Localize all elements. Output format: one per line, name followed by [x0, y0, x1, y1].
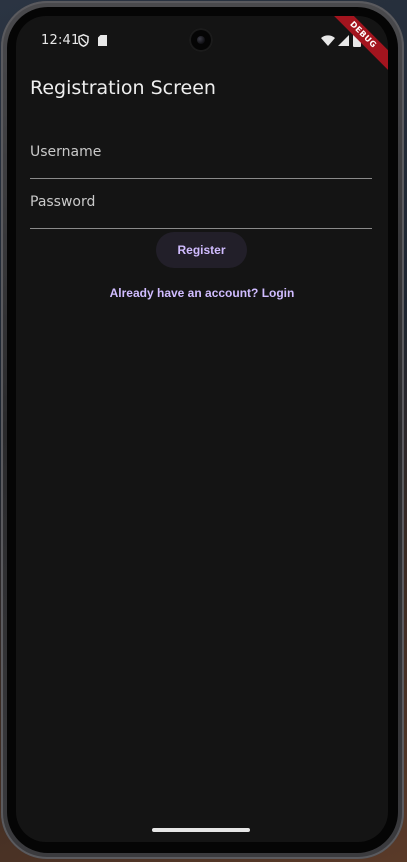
status-time: 12:41 — [41, 33, 80, 48]
password-field[interactable]: Password — [30, 192, 372, 229]
password-label: Password — [30, 194, 96, 210]
register-button[interactable]: Register — [156, 232, 247, 268]
username-label: Username — [30, 144, 102, 160]
shield-icon — [78, 34, 89, 47]
page-title: Registration Screen — [30, 77, 216, 99]
home-indicator[interactable] — [152, 828, 250, 832]
status-bar: 12:41 DEBUG — [16, 16, 388, 72]
username-field[interactable]: Username — [30, 142, 372, 179]
sd-card-icon — [98, 35, 107, 46]
login-link[interactable]: Already have an account? Login — [16, 286, 388, 300]
wifi-icon — [321, 35, 335, 46]
app-screen: 12:41 DEBUG Registration Screen Username… — [16, 16, 388, 842]
camera-lens — [197, 36, 205, 44]
front-camera — [189, 28, 213, 52]
signal-icon — [338, 35, 349, 46]
